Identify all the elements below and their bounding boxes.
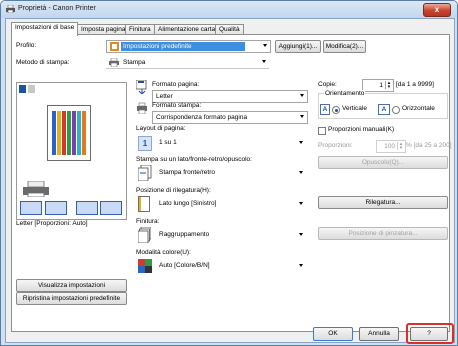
binding-value: Lato lungo [Sinistro] [159,200,217,207]
duplex-label: Stampa su un lato/fronte-retro/opuscolo: [136,156,252,163]
help-button[interactable]: ? [410,327,448,341]
profile-icon [110,42,119,51]
preview-mode-icon[interactable] [19,85,35,93]
profile-select[interactable]: Impostazioni predefinite [106,40,271,53]
page-preview [16,82,127,220]
booklet-button[interactable]: Opuscolo(Q)... [318,156,448,169]
close-icon: x [434,5,440,14]
portrait-label[interactable]: Verticale [342,105,367,112]
profile-label: Profilo: [16,42,37,49]
duplex-icon [138,165,152,181]
scaling-input[interactable]: 100 ▴ ▾ [376,140,406,153]
chevron-down-icon [263,44,267,47]
copies-input[interactable]: 1 ▴ ▾ [362,79,394,92]
binding-select[interactable]: Lato lungo [Sinistro] [136,196,306,212]
output-method-value: Stampa [123,59,146,66]
preview-caption: Letter [Proporzioni: Auto] [16,220,88,227]
scaling-label: Proporzioni: [318,142,353,149]
page-layout-select[interactable]: 1 1 su 1 [136,135,306,151]
color-mode-icon [138,259,152,273]
color-mode-select[interactable]: Auto [Colore/B/N] [136,258,306,274]
finishing-label: Finitura: [136,218,160,225]
ok-button[interactable]: OK [313,327,353,341]
duplex-icon[interactable] [45,201,67,215]
scaling-range: % [da 25 a 200] [406,142,452,149]
duplex-value: Stampa fronte/retro [159,169,215,176]
layout-icon[interactable] [20,201,42,215]
chevron-down-icon [300,115,304,118]
printer-icon [6,5,15,13]
portrait-icon: A [320,104,330,115]
landscape-radio[interactable] [392,106,400,114]
portrait-radio[interactable] [332,106,340,114]
basic-settings-panel: Profilo: Impostazioni predefinite Aggiun… [11,34,452,332]
printer-icon [109,58,119,67]
dialog-client: Impostazioni di base Imposta pagina Fini… [5,18,455,344]
output-size-value: Corrispondenza formato pagina [156,114,248,121]
duplex-select[interactable]: Stampa fronte/retro [136,165,306,181]
printer-graphic-icon [23,181,49,197]
finishing-value: Raggruppamento [159,231,210,238]
chevron-down-icon [300,94,304,97]
dialog-window: Proprietà - Canon Printer x Impostazioni… [0,0,458,346]
copies-label: Copie: [318,81,337,88]
spin-arrows-icon[interactable]: ▴ ▾ [385,81,392,90]
chevron-down-icon [299,171,303,174]
page-size-icon [136,80,147,94]
chevron-down-icon [299,264,303,267]
page-size-value: Letter [156,93,173,100]
page-layout-value: 1 su 1 [159,139,177,146]
scaling-value: 100 [384,143,395,150]
restore-defaults-button[interactable]: Ripristina impostazioni predefinite [16,292,127,305]
staple-icon[interactable] [76,201,98,215]
spin-arrows-icon[interactable]: ▴ ▾ [397,142,404,151]
color-mode-label: Modalità colore(U): [136,249,191,256]
page-size-label: Formato pagina: [152,81,200,88]
output-method-label: Metodo di stampa: [16,59,70,66]
orientation-label: Orientamento [324,90,366,97]
document-preview-icon [47,105,91,161]
preview-function-icons [20,201,124,215]
edit-profile-button[interactable]: Modifica(2)... [323,40,366,53]
binding-settings-button[interactable]: Rilegatura... [318,196,448,209]
binding-icon [138,196,150,212]
tab-basic-settings[interactable]: Impostazioni di base [11,22,79,36]
binding-label: Posizione di rilegatura(H): [136,187,211,194]
page-layout-icon: 1 [138,136,152,151]
output-size-select[interactable]: Corrispondenza formato pagina [152,111,308,124]
output-method-select[interactable]: Stampa [106,57,269,69]
chevron-down-icon [262,60,266,63]
window-title: Proprietà - Canon Printer [18,5,96,12]
finishing-select[interactable]: Raggruppamento [136,227,306,243]
output-size-icon [137,102,147,114]
landscape-label[interactable]: Orizzontale [402,105,435,112]
cancel-button[interactable]: Annulla [359,327,399,341]
page-layout-label: Layout di pagina: [136,125,186,132]
staple-position-button[interactable]: Posizione di pinzatura... [318,227,448,240]
copies-value: 1 [379,82,383,89]
chevron-down-icon [299,202,303,205]
color-mode-value: Auto [Colore/B/N] [159,262,210,269]
output-size-label: Formato stampa: [152,102,202,109]
manual-scaling-label[interactable]: Proporzioni manuali(K) [328,126,394,133]
chevron-down-icon [299,233,303,236]
profile-value: Impostazioni predefinite [121,42,245,51]
close-button[interactable]: x [423,3,451,17]
chevron-down-icon [299,141,303,144]
collate-icon[interactable] [100,201,122,215]
collate-icon [138,227,151,243]
manual-scaling-checkbox[interactable] [318,127,326,135]
title-bar: Proprietà - Canon Printer x [1,1,457,18]
landscape-icon: A [378,104,390,115]
view-settings-button[interactable]: Visualizza impostazioni [16,279,127,292]
add-profile-button[interactable]: Aggiungi(1)... [275,40,321,53]
copies-range: [da 1 a 9999] [396,81,434,88]
